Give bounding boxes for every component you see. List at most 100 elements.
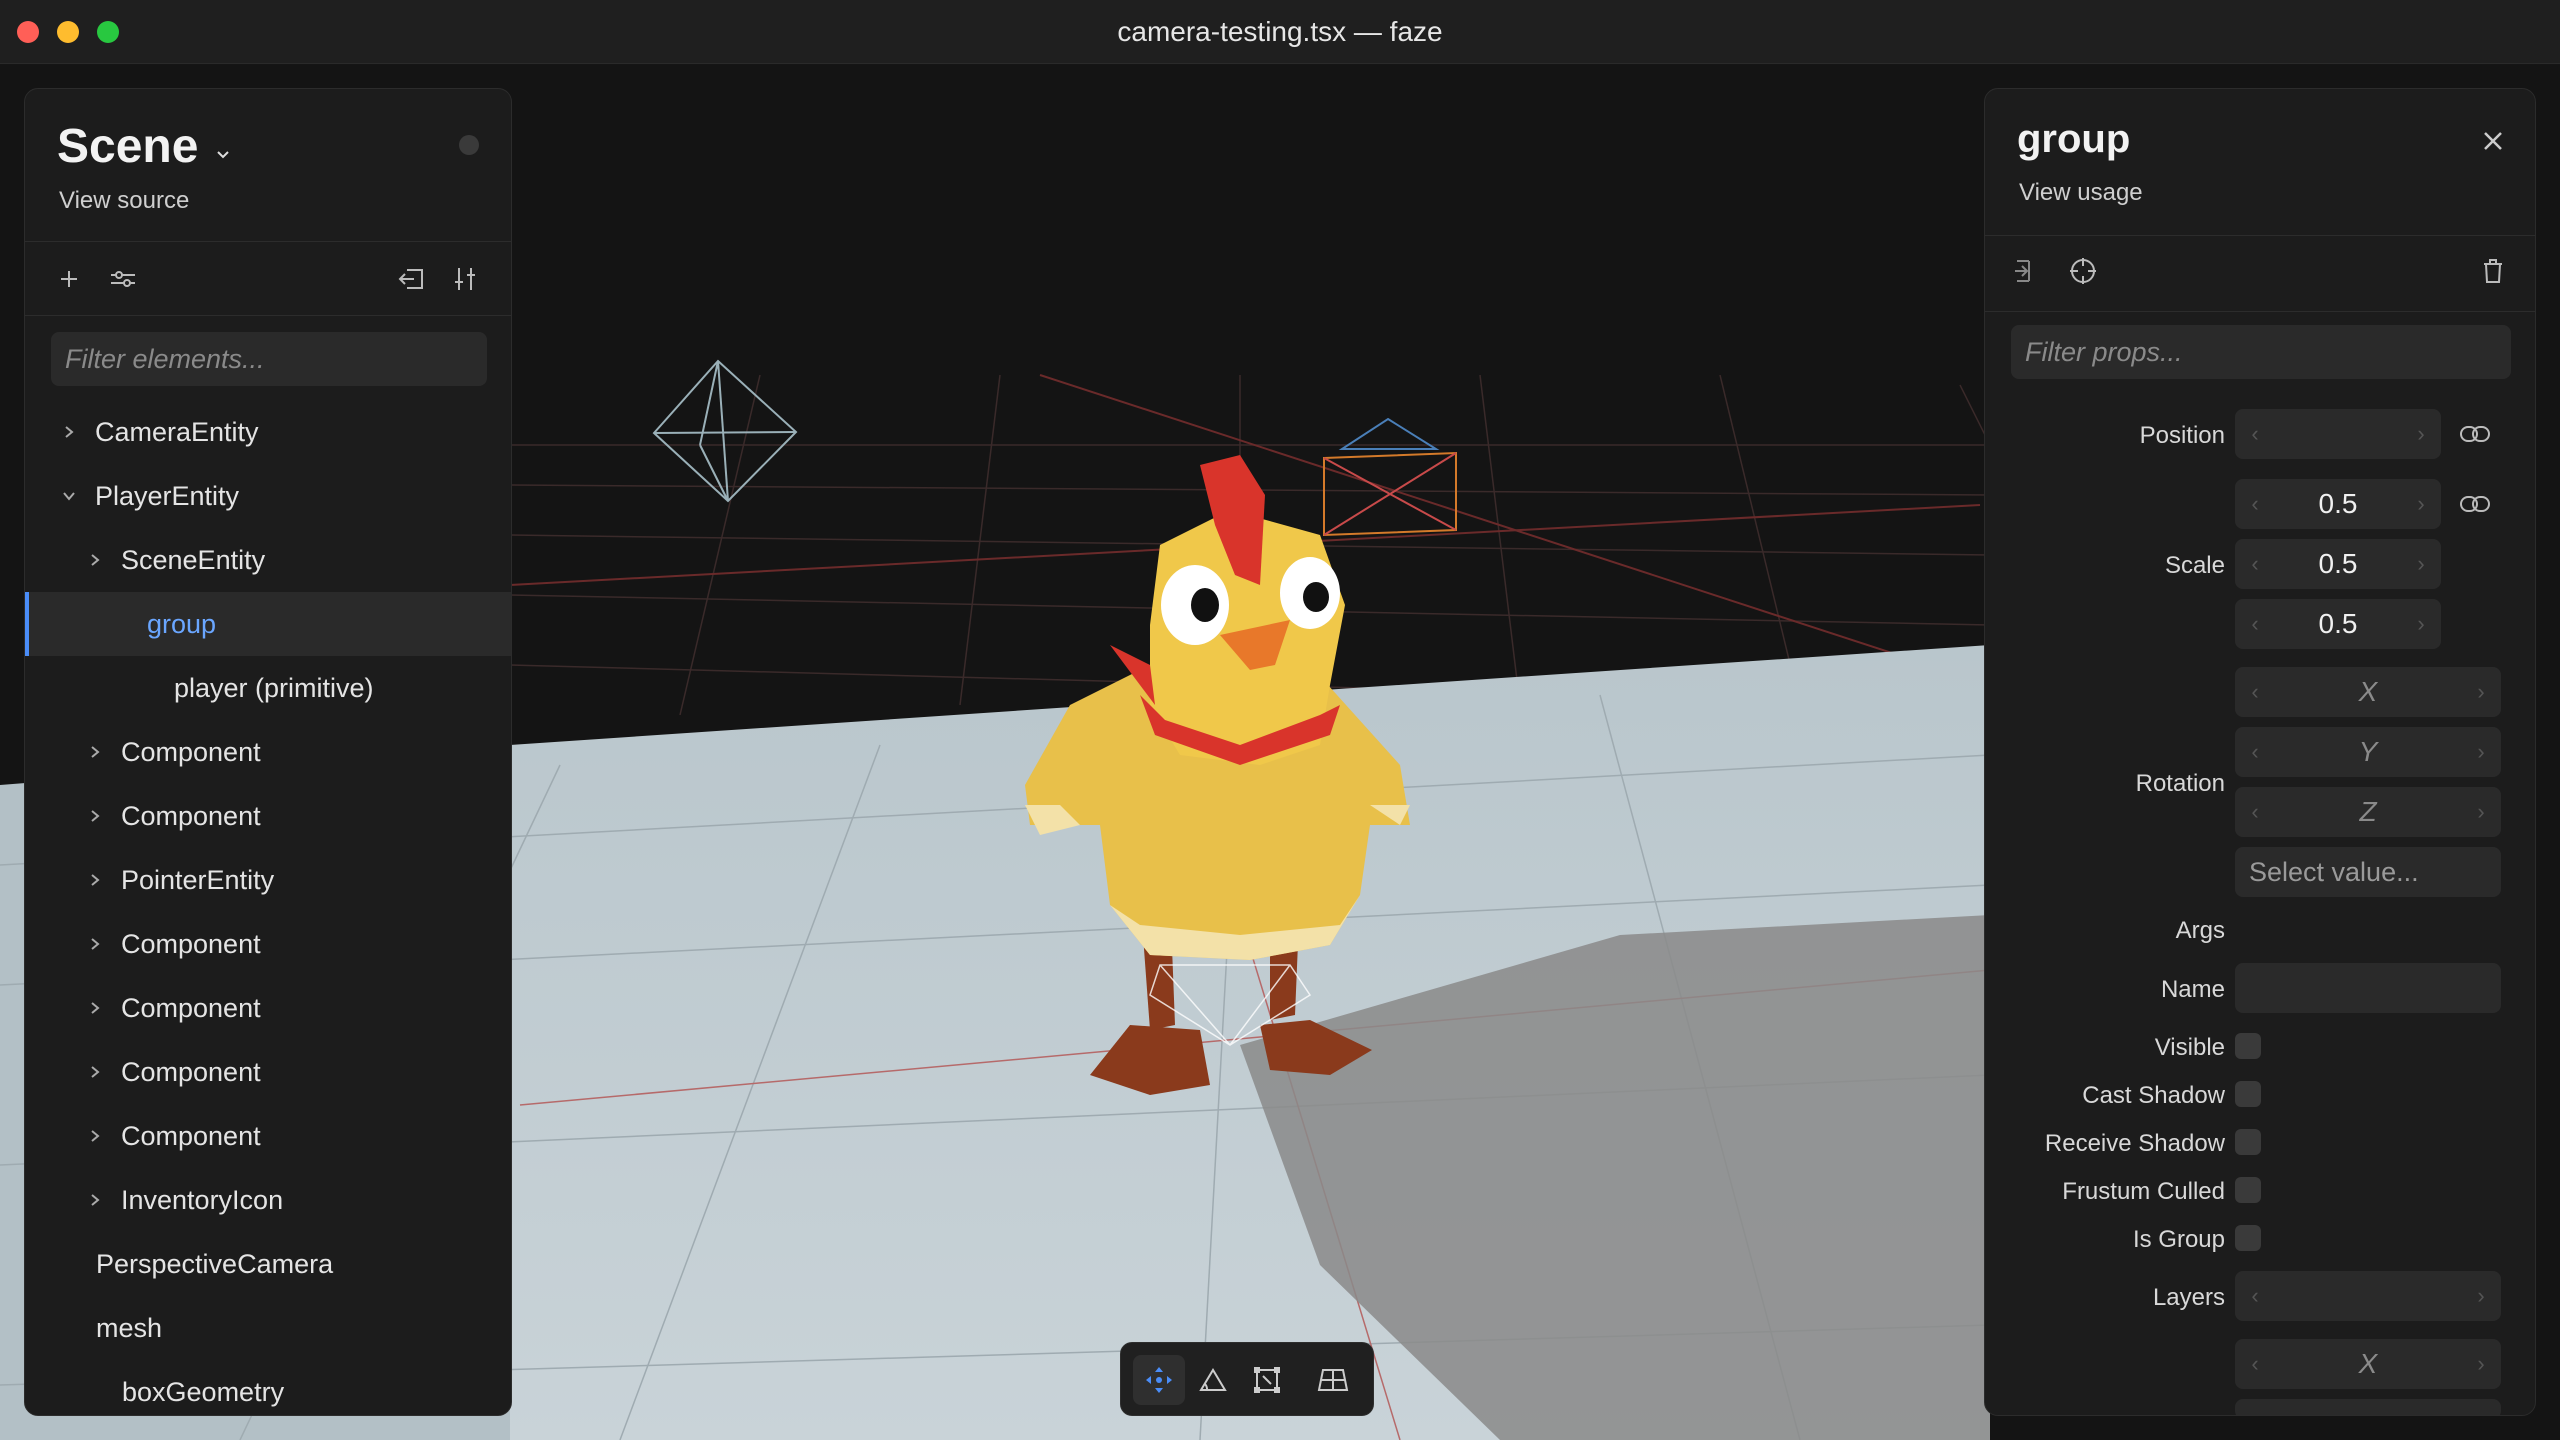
receive-shadow-checkbox[interactable] [2235, 1129, 2261, 1155]
chevron-right-icon[interactable] [85, 934, 105, 954]
increment-icon[interactable]: › [2413, 551, 2429, 577]
tree-item-pointerentity[interactable]: PointerEntity [25, 848, 511, 912]
increment-icon[interactable]: › [2473, 1351, 2489, 1377]
layers-next-stepper[interactable] [2235, 1399, 2501, 1415]
view-usage-link[interactable]: View usage [2019, 179, 2143, 207]
tree-item-label: Component [121, 1120, 261, 1151]
is-group-label: Is Group [2132, 1226, 2225, 1253]
rotation-y-stepper[interactable]: ‹ Y › [2235, 727, 2501, 777]
view-source-link[interactable]: View source [59, 187, 189, 215]
props-panel: group View usage Position ‹ › ‹ 0.5 › Sc… [1984, 88, 2536, 1416]
position-x-stepper[interactable]: ‹ › [2235, 409, 2441, 459]
tree-item-label: SceneEntity [121, 544, 266, 575]
decrement-icon[interactable]: ‹ [2247, 551, 2263, 577]
layers-stepper[interactable]: ‹ › [2235, 1271, 2501, 1321]
frustum-culled-checkbox[interactable] [2235, 1177, 2261, 1203]
tree-item-boxgeometry[interactable]: boxGeometry [25, 1360, 511, 1415]
layers-label: Layers [2152, 1284, 2225, 1311]
chevron-right-icon[interactable] [85, 742, 105, 762]
stepper-value: X [2358, 1348, 2378, 1379]
link-toggle-icon[interactable] [2459, 423, 2491, 445]
chevron-down-icon[interactable] [215, 147, 231, 168]
rotation-label: Rotation [2135, 770, 2225, 797]
chevron-down-icon[interactable] [59, 486, 79, 506]
tree-item-component[interactable]: Component [25, 912, 511, 976]
adjustments-icon[interactable] [445, 259, 485, 299]
tree-item-sceneentity[interactable]: SceneEntity [25, 528, 511, 592]
tree-item-label: group [147, 608, 217, 639]
rotation-z-stepper[interactable]: ‹ Z › [2235, 787, 2501, 837]
increment-icon[interactable]: › [2413, 421, 2429, 447]
tree-item-component[interactable]: Component [25, 976, 511, 1040]
scene-header[interactable]: Scene [57, 119, 231, 174]
trash-icon[interactable] [2473, 251, 2513, 291]
move-tool-icon[interactable] [1133, 1355, 1185, 1405]
collapse-panel-icon[interactable] [391, 259, 431, 299]
chevron-right-icon[interactable] [59, 422, 79, 442]
decrement-icon[interactable]: ‹ [2247, 1351, 2263, 1377]
tree-item-playerentity[interactable]: PlayerEntity [25, 464, 511, 528]
args-label: Args [2175, 917, 2225, 944]
divider [25, 241, 511, 242]
tree-item-label: Component [121, 800, 261, 831]
name-input[interactable] [2235, 963, 2501, 1013]
chevron-right-icon[interactable] [85, 1062, 105, 1082]
scale-label: Scale [2164, 552, 2225, 579]
rotation-order-select[interactable]: Select value... [2235, 847, 2501, 897]
increment-icon[interactable]: › [2473, 739, 2489, 765]
increment-icon[interactable]: › [2413, 611, 2429, 637]
scale-y-stepper[interactable]: ‹ 0.5 › [2235, 599, 2441, 649]
crosshair-icon[interactable] [2063, 251, 2103, 291]
filter-settings-icon[interactable] [103, 259, 143, 299]
increment-icon[interactable]: › [2473, 679, 2489, 705]
chevron-right-icon[interactable] [85, 998, 105, 1018]
tree-item-group[interactable]: group [25, 592, 511, 656]
rotation-x-stepper[interactable]: ‹ X › [2235, 667, 2501, 717]
rotate-tool-icon[interactable] [1187, 1355, 1239, 1405]
title-bar: camera-testing.tsx — faze [0, 0, 2560, 64]
visible-checkbox[interactable] [2235, 1033, 2261, 1059]
chevron-right-icon[interactable] [85, 550, 105, 570]
tree-item-mesh[interactable]: mesh [25, 1296, 511, 1360]
stepper-value: X [2358, 676, 2378, 707]
position-y-stepper[interactable]: ‹ 0.5 › [2235, 479, 2441, 529]
close-icon[interactable] [2475, 123, 2511, 159]
decrement-icon[interactable]: ‹ [2247, 491, 2263, 517]
tree-item-component[interactable]: Component [25, 784, 511, 848]
decrement-icon[interactable]: ‹ [2247, 1283, 2263, 1309]
tree-item-inventoryicon[interactable]: InventoryIcon [25, 1168, 511, 1232]
chevron-right-icon[interactable] [85, 1126, 105, 1146]
increment-icon[interactable]: › [2473, 1283, 2489, 1309]
tree-item-component[interactable]: Component [25, 720, 511, 784]
divider [25, 315, 511, 316]
tree-item-player-primitive[interactable]: player (primitive) [25, 656, 511, 720]
increment-icon[interactable]: › [2473, 799, 2489, 825]
tree-item-perspectivecamera[interactable]: PerspectiveCamera [25, 1232, 511, 1296]
scale-tool-icon[interactable] [1241, 1355, 1293, 1405]
decrement-icon[interactable]: ‹ [2247, 421, 2263, 447]
layers-x-stepper[interactable]: ‹ X › [2235, 1339, 2501, 1389]
filter-elements-input[interactable] [51, 332, 487, 386]
scale-x-stepper[interactable]: ‹ 0.5 › [2235, 539, 2441, 589]
tree-item-component[interactable]: Component [25, 1040, 511, 1104]
decrement-icon[interactable]: ‹ [2247, 799, 2263, 825]
add-icon[interactable] [49, 259, 89, 299]
filter-props-input[interactable] [2011, 325, 2511, 379]
grid-tool-icon[interactable] [1307, 1355, 1359, 1405]
go-to-element-icon[interactable] [2007, 251, 2047, 291]
cast-shadow-checkbox[interactable] [2235, 1081, 2261, 1107]
chevron-right-icon[interactable] [85, 1190, 105, 1210]
chevron-right-icon[interactable] [85, 806, 105, 826]
tree-item-label: boxGeometry [122, 1376, 285, 1407]
decrement-icon[interactable]: ‹ [2247, 611, 2263, 637]
tree-item-label: PlayerEntity [95, 480, 240, 511]
tree-item-label: Component [121, 1056, 261, 1087]
decrement-icon[interactable]: ‹ [2247, 739, 2263, 765]
tree-item-component[interactable]: Component [25, 1104, 511, 1168]
increment-icon[interactable]: › [2413, 491, 2429, 517]
tree-item-cameraentity[interactable]: CameraEntity [25, 400, 511, 464]
decrement-icon[interactable]: ‹ [2247, 679, 2263, 705]
chevron-right-icon[interactable] [85, 870, 105, 890]
link-toggle-icon[interactable] [2459, 493, 2491, 515]
is-group-checkbox[interactable] [2235, 1225, 2261, 1251]
